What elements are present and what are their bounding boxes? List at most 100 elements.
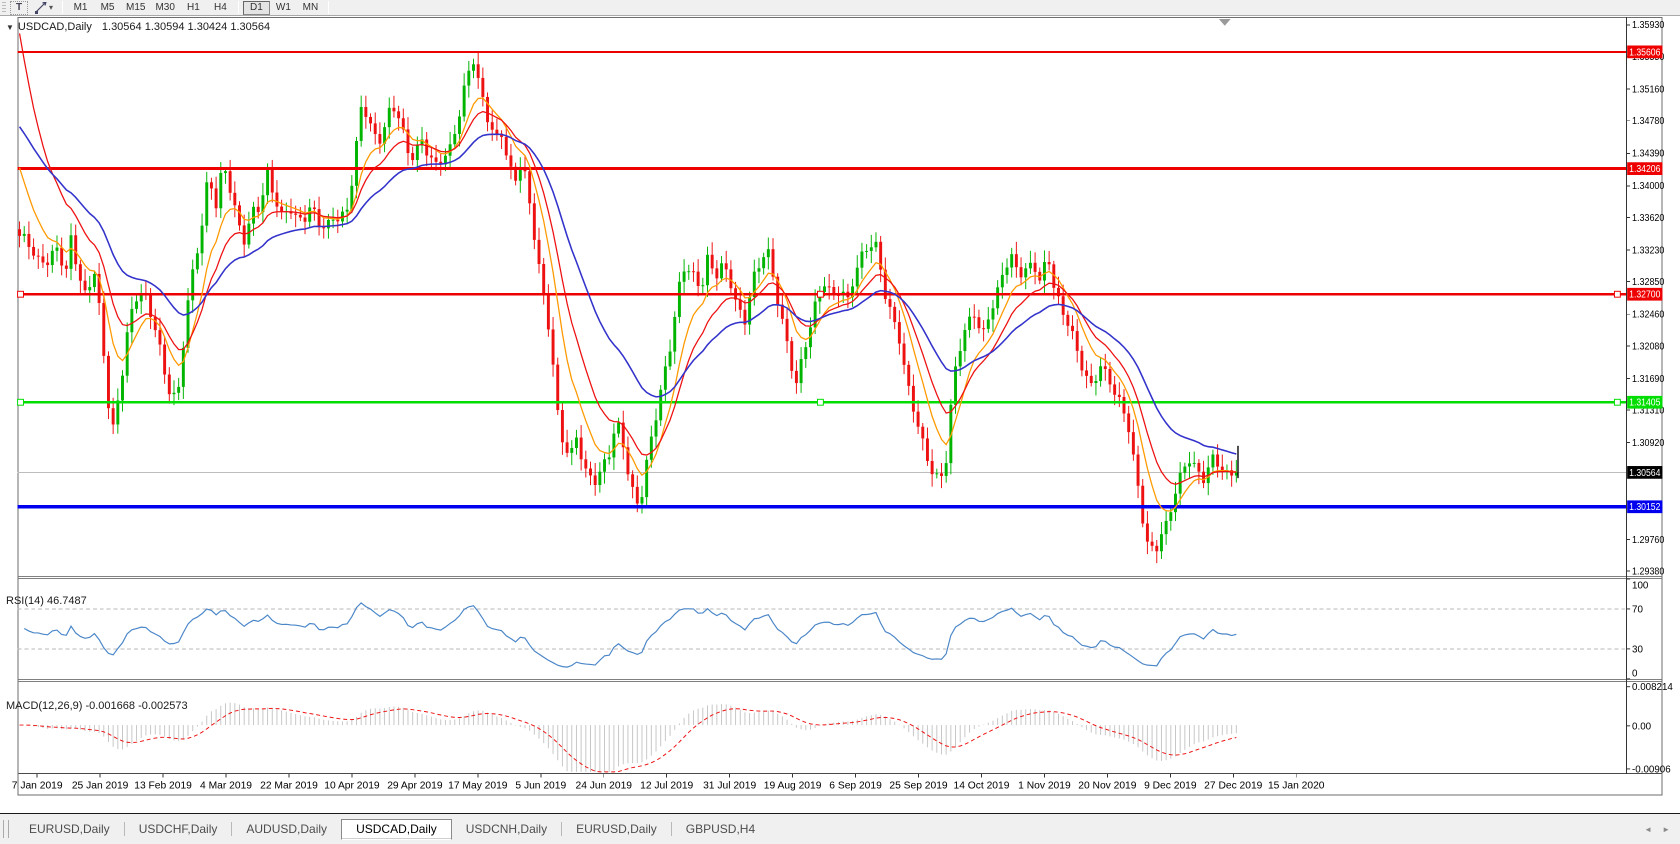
tab-eurusd-daily[interactable]: EURUSD,Daily — [15, 819, 124, 840]
symbol-tabs: EURUSD,Daily USDCHF,Daily AUDUSD,Daily USDC… — [15, 818, 769, 840]
line-handle[interactable] — [816, 290, 824, 298]
macd-indicator-label: MACD(12,26,9) -0.001668 -0.002573 — [6, 700, 188, 712]
axis-price-label: 1.30564 — [1627, 466, 1663, 479]
date-label: 5 Jun 2019 — [515, 781, 566, 792]
toolbar-separator — [237, 1, 239, 14]
cursor-arrows-icon — [35, 1, 47, 14]
price-tick-label: 1.32080 — [1632, 341, 1665, 352]
svg-text:1.32700: 1.32700 — [1629, 290, 1661, 301]
macd-axis-label: 0.008214 — [1632, 682, 1673, 693]
line-handle[interactable] — [1613, 398, 1621, 406]
tab-bar-grip[interactable] — [3, 820, 9, 838]
chart-window: 1.359301.355501.351601.347801.343901.340… — [0, 17, 1680, 812]
toolbar-separator — [327, 1, 329, 14]
macd-axis-label: -0.00906 — [1632, 764, 1671, 775]
tab-gbpusd-h4[interactable]: GBPUSD,H4 — [672, 819, 769, 840]
axis-price-label: 1.32700 — [1627, 287, 1663, 301]
date-label: 15 Jan 2020 — [1268, 781, 1325, 792]
date-label: 20 Nov 2019 — [1078, 781, 1137, 792]
date-label: 17 May 2019 — [448, 781, 508, 792]
date-label: 14 Oct 2019 — [954, 781, 1010, 792]
chart-title[interactable]: ▼ USDCAD,Daily 1.30564 1.30594 1.30424 1.3… — [6, 21, 270, 33]
price-tick-label: 1.34780 — [1632, 116, 1665, 127]
date-label: 6 Sep 2019 — [829, 781, 882, 792]
timeframe-group: D1 W1 MN — [242, 0, 324, 15]
price-tick-label: 1.30920 — [1632, 438, 1665, 449]
date-label: 25 Sep 2019 — [889, 781, 948, 792]
tab-scroll-right-icon[interactable]: ► — [1662, 825, 1670, 834]
toolbar: T ▾ M1 M5 M15 M30 H1 H4 D1 W1 MN — [0, 0, 1680, 16]
rsi-indicator-label: RSI(14) 46.7487 — [6, 595, 87, 607]
line-handle[interactable] — [17, 398, 24, 406]
price-tick-label: 1.34000 — [1632, 181, 1665, 192]
date-label: 25 Jan 2019 — [72, 781, 129, 792]
timeframe-button-w1[interactable]: W1 — [270, 1, 297, 15]
line-handle[interactable] — [17, 290, 24, 298]
timeframe-button-m30[interactable]: M30 — [150, 1, 179, 15]
timeframe-group: M1 M5 M15 M30 H1 H4 — [67, 1, 234, 15]
axis-price-label: 1.31405 — [1627, 395, 1663, 409]
price-tick-label: 1.29380 — [1632, 567, 1665, 578]
trading-terminal-window: T ▾ M1M5M15M30H1H4 D1W1MN 1.359301.35550… — [0, 0, 1680, 844]
line-handle[interactable] — [1613, 290, 1621, 298]
date-label: 22 Mar 2019 — [260, 781, 318, 792]
chart-symbol-label: USDCAD,Daily — [17, 21, 92, 33]
date-label: 19 Aug 2019 — [764, 781, 822, 792]
tab-usdcnh-daily[interactable]: USDCNH,Daily — [452, 819, 561, 840]
timeframe-button-m5[interactable]: M5 — [94, 1, 121, 15]
cursor-tool-button[interactable]: ▾ — [30, 1, 57, 15]
tab-eurusd-daily[interactable]: EURUSD,Daily — [562, 819, 671, 840]
date-label: 27 Dec 2019 — [1204, 781, 1263, 792]
svg-text:1.35606: 1.35606 — [1629, 47, 1661, 58]
cursor-tool-caret-icon[interactable]: ▾ — [49, 3, 53, 12]
date-label: 31 Jul 2019 — [703, 781, 756, 792]
text-tool-button[interactable]: T — [10, 0, 28, 15]
date-label: 7 Jan 2019 — [12, 781, 63, 792]
rsi-axis-label: 100 — [1632, 580, 1649, 591]
chart-ohlc-values: 1.30564 1.30594 1.30424 1.30564 — [101, 21, 271, 33]
date-label: 1 Nov 2019 — [1018, 781, 1071, 792]
tab-scrollers: ◄ ► — [1644, 825, 1670, 834]
price-tick-label: 1.32850 — [1632, 277, 1665, 288]
date-label: 12 Jul 2019 — [640, 781, 693, 792]
price-tick-label: 1.31690 — [1632, 374, 1665, 385]
tab-audusd-daily[interactable]: AUDUSD,Daily — [232, 819, 341, 840]
chart-canvas[interactable]: 1.359301.355501.351601.347801.343901.340… — [0, 17, 1680, 812]
rsi-axis-label: 30 — [1632, 644, 1643, 655]
timeframe-button-mn[interactable]: MN — [297, 1, 324, 15]
symbol-tab-bar: EURUSD,Daily USDCHF,Daily AUDUSD,Daily USDC… — [0, 813, 1680, 844]
svg-text:1.30564: 1.30564 — [1629, 468, 1661, 479]
tab-usdcad-daily[interactable]: USDCAD,Daily — [341, 818, 452, 840]
timeframe-button-m1[interactable]: M1 — [67, 1, 94, 15]
date-label: 10 Apr 2019 — [324, 781, 380, 792]
line-handle[interactable] — [816, 398, 824, 406]
rsi-axis-label: 0 — [1632, 668, 1638, 679]
chart-window-border — [17, 17, 1663, 796]
timeframe-button-h4[interactable]: H4 — [207, 1, 234, 15]
price-tick-label: 1.33230 — [1632, 245, 1665, 256]
timeframe-button-h1[interactable]: H1 — [180, 1, 207, 15]
toolbar-grip[interactable] — [2, 1, 6, 14]
price-tick-label: 1.34390 — [1632, 149, 1665, 160]
tab-usdchf-daily[interactable]: USDCHF,Daily — [125, 819, 232, 840]
svg-text:1.30152: 1.30152 — [1629, 502, 1660, 513]
date-label: 4 Mar 2019 — [200, 781, 252, 792]
svg-text:1.34206: 1.34206 — [1629, 164, 1661, 175]
axis-price-label: 1.30152 — [1627, 500, 1663, 513]
svg-text:1.31405: 1.31405 — [1629, 398, 1661, 409]
timeframe-button-d1[interactable]: D1 — [242, 0, 270, 15]
price-tick-label: 1.35160 — [1632, 84, 1665, 95]
price-tick-label: 1.29760 — [1632, 535, 1665, 546]
price-tick-label: 1.33620 — [1632, 213, 1665, 224]
rsi-axis-label: 70 — [1632, 604, 1643, 615]
toolbar-separator — [62, 1, 64, 14]
price-tick-label: 1.32460 — [1632, 310, 1665, 321]
tab-scroll-left-icon[interactable]: ◄ — [1644, 825, 1652, 834]
axis-price-label: 1.34206 — [1627, 162, 1663, 175]
axis-price-label: 1.35606 — [1627, 45, 1663, 58]
timeframe-button-m15[interactable]: M15 — [121, 1, 150, 15]
price-tick-label: 1.35930 — [1632, 20, 1665, 31]
symbol-dropdown-icon[interactable]: ▼ — [6, 23, 14, 32]
date-label: 29 Apr 2019 — [387, 781, 443, 792]
date-label: 24 Jun 2019 — [575, 781, 632, 792]
